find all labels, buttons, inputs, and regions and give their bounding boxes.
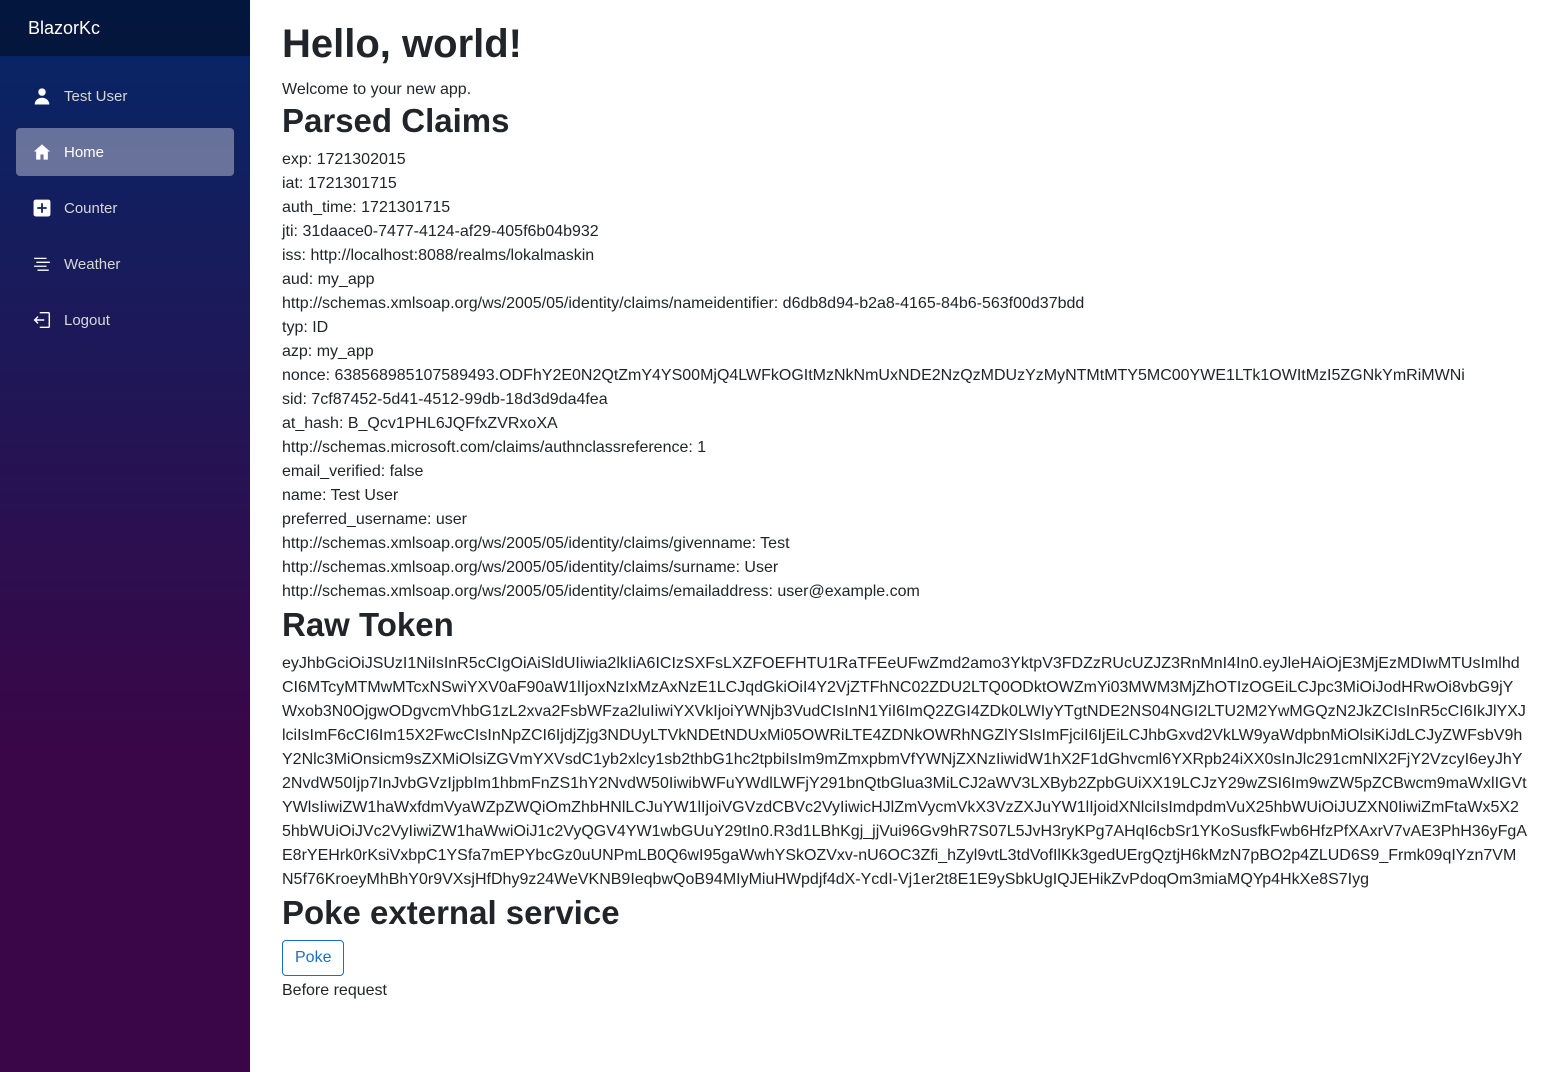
claim-item: sid: 7cf87452-5d41-4512-99db-18d3d9da4fe… (282, 391, 608, 408)
claim-item: http://schemas.microsoft.com/claims/auth… (282, 439, 707, 456)
claim-item: name: Test User (282, 487, 399, 504)
claim-item: iat: 1721301715 (282, 175, 397, 192)
person-icon (32, 86, 52, 106)
claims-list: exp: 1721302015 iat: 1721301715 auth_time:… (282, 148, 1532, 604)
nav-item-home[interactable]: Home (16, 128, 234, 176)
claims-heading: Parsed Claims (282, 102, 510, 139)
claim-item: nonce: 638568985107589493.ODFhY2E0N2QtZm… (282, 367, 1465, 384)
claim-item: typ: ID (282, 319, 329, 336)
main-content: Hello, world! Welcome to your new app. P… (282, 0, 1532, 1002)
home-icon (32, 142, 52, 162)
page-title: Hello, world! (282, 22, 522, 66)
nav-label: Counter (64, 199, 118, 217)
sidebar: BlazorKc Test User Home Counter Weather (0, 0, 250, 1072)
claim-item: http://schemas.xmlsoap.org/ws/2005/05/id… (282, 583, 920, 600)
list-icon (32, 254, 52, 274)
claim-item: iss: http://localhost:8088/realms/lokalm… (282, 247, 595, 264)
claim-item: exp: 1721302015 (282, 151, 406, 168)
nav-label: Test User (64, 87, 128, 105)
claim-item: azp: my_app (282, 343, 374, 360)
nav-item-test-user[interactable]: Test User (16, 72, 234, 120)
claim-item: http://schemas.xmlsoap.org/ws/2005/05/id… (282, 295, 1085, 312)
claim-item: email_verified: false (282, 463, 424, 480)
claim-item: preferred_username: user (282, 511, 467, 528)
nav-label: Logout (64, 311, 110, 329)
nav-menu: Test User Home Counter Weather Logout (0, 56, 250, 344)
welcome-text: Welcome to your new app. (282, 81, 472, 98)
nav-label: Weather (64, 255, 121, 273)
claim-item: aud: my_app (282, 271, 375, 288)
claim-item: at_hash: B_Qcv1PHL6JQFfxZVRxoXA (282, 415, 558, 432)
nav-item-counter[interactable]: Counter (16, 184, 234, 232)
raw-token-text: eyJhbGciOiJSUzI1NiIsInR5cCIgOiAiSldUIiwi… (282, 655, 1527, 888)
poke-button[interactable]: Poke (282, 940, 345, 976)
poke-heading: Poke external service (282, 894, 620, 931)
claim-item: http://schemas.xmlsoap.org/ws/2005/05/id… (282, 535, 790, 552)
raw-token-heading: Raw Token (282, 606, 454, 643)
claim-item: http://schemas.xmlsoap.org/ws/2005/05/id… (282, 559, 779, 576)
plus-square-icon (32, 198, 52, 218)
top-bar: BlazorKc (0, 0, 250, 56)
poke-status-text: Before request (282, 982, 387, 999)
claim-item: auth_time: 1721301715 (282, 199, 451, 216)
nav-item-logout[interactable]: Logout (16, 296, 234, 344)
logout-icon (32, 310, 52, 330)
nav-label: Home (64, 143, 105, 161)
brand-link[interactable]: BlazorKc (28, 18, 100, 39)
nav-item-weather[interactable]: Weather (16, 240, 234, 288)
claim-item: jti: 31daace0-7477-4124-af29-405f6b04b93… (282, 223, 599, 240)
